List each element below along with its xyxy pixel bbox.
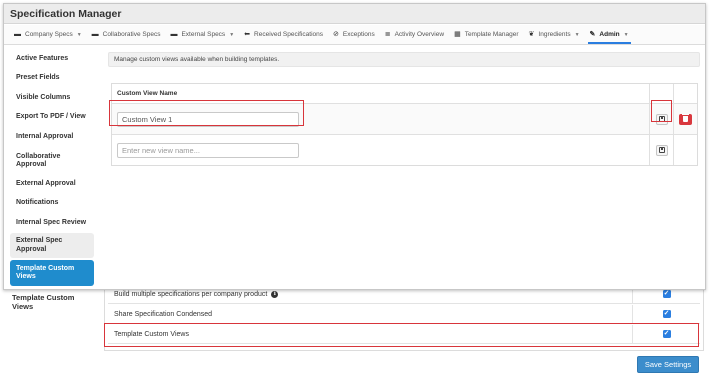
nav-external-specs[interactable]: ▬ External Specs ▼ <box>170 25 234 44</box>
column-header-custom-view-name: Custom View Name <box>117 90 178 97</box>
nav-label: Company Specs <box>25 31 73 38</box>
sidebar-item-preset-fields[interactable]: Preset Fields <box>10 69 96 88</box>
save-icon <box>658 116 665 122</box>
nav-ingredients[interactable]: ❦ Ingredients ▼ <box>529 25 580 44</box>
arrow-left-icon: ⬅ <box>244 31 251 38</box>
leaf-icon: ❦ <box>528 31 535 38</box>
setting-label: Share Specification Condensed <box>114 310 213 318</box>
add-view-button[interactable] <box>655 144 668 156</box>
nav-exceptions[interactable]: ⊘ Exceptions <box>333 25 375 44</box>
nav-label: Collaborative Specs <box>102 31 161 38</box>
building-icon: ▬ <box>91 31 99 38</box>
sidebar-item-notifications[interactable]: Notifications <box>10 194 96 213</box>
settings-row: Share Specification Condensed ✓ <box>108 305 700 324</box>
save-view-button[interactable] <box>655 113 668 125</box>
setting-label: Template Custom Views <box>114 330 189 338</box>
wrench-icon: ✎ <box>589 31 596 38</box>
list-icon: ≣ <box>384 31 391 38</box>
setting-checkbox[interactable]: ✓ <box>662 330 671 338</box>
trash-icon <box>682 114 689 122</box>
page-description: Manage custom views available when build… <box>108 52 700 67</box>
nav-label: External Specs <box>181 31 226 38</box>
building-icon: ▬ <box>14 31 21 38</box>
nav-admin[interactable]: ✎ Admin ▼ <box>587 25 631 44</box>
nav-template-manager[interactable]: ▦ Template Manager <box>454 25 518 44</box>
chevron-down-icon: ▼ <box>76 31 82 38</box>
table-row <box>112 104 697 135</box>
nav-label: Received Specifications <box>254 31 324 38</box>
save-settings-button[interactable]: Save Settings <box>637 356 699 373</box>
modal-title: Specification Manager <box>10 7 122 20</box>
nav-label: Ingredients <box>538 31 571 38</box>
sidebar-item-template-custom-views[interactable]: Template Custom Views <box>10 260 94 286</box>
settings-row: Template Custom Views ✓ <box>108 325 700 344</box>
custom-views-table: Custom View Name <box>111 83 698 166</box>
sidebar-item-template-custom-views[interactable]: Template Custom Views <box>12 293 92 311</box>
setting-checkbox[interactable]: ✓ <box>662 290 671 298</box>
content-area: Manage custom views available when build… <box>108 52 700 166</box>
table-icon: ▦ <box>454 31 461 38</box>
nav-received-specifications[interactable]: ⬅ Received Specifications <box>244 25 323 44</box>
top-nav: ▬ Company Specs ▼ ▬ Collaborative Specs … <box>4 25 705 45</box>
chevron-down-icon: ▼ <box>623 31 629 38</box>
admin-sidebar: Active Features Preset Fields Visible Co… <box>10 50 96 286</box>
setting-checkbox[interactable]: ✓ <box>662 310 671 318</box>
check-circle-icon: ⊘ <box>333 31 339 38</box>
sidebar-item-external-approval[interactable]: External Approval <box>10 175 96 194</box>
sidebar-item-internal-spec-review[interactable]: Internal Spec Review <box>10 213 96 233</box>
sidebar-item-visible-columns[interactable]: Visible Columns <box>10 88 96 108</box>
custom-view-name-input[interactable] <box>117 111 299 127</box>
save-icon <box>658 147 665 153</box>
chevron-down-icon: ▼ <box>229 31 235 38</box>
sidebar-item-external-spec-approval[interactable]: External Spec Approval <box>10 233 94 258</box>
building-icon: ▬ <box>170 31 178 38</box>
sidebar-item-collaborative-approval[interactable]: Collaborative Approval <box>10 147 70 175</box>
chevron-down-icon: ▼ <box>574 31 580 38</box>
nav-label: Activity Overview <box>394 31 445 38</box>
modal-header: Specification Manager <box>4 4 705 24</box>
nav-label: Admin <box>599 31 620 38</box>
sidebar-item-export-to-pdf[interactable]: Export To PDF / View <box>10 108 96 127</box>
nav-activity-overview[interactable]: ≣ Activity Overview <box>385 25 444 44</box>
new-view-name-input[interactable] <box>117 142 299 158</box>
sidebar-item-internal-approval[interactable]: Internal Approval <box>10 127 96 147</box>
table-row-new <box>112 135 697 165</box>
nav-company-specs[interactable]: ▬ Company Specs ▼ <box>14 25 82 44</box>
delete-view-button[interactable] <box>679 113 692 125</box>
table-header-row: Custom View Name <box>112 84 697 104</box>
setting-label: Build multiple specifications per compan… <box>114 290 268 298</box>
info-icon[interactable]: i <box>271 290 279 298</box>
nav-label: Template Manager <box>464 31 519 38</box>
nav-collaborative-specs[interactable]: ▬ Collaborative Specs <box>92 25 161 44</box>
nav-label: Exceptions <box>342 31 375 38</box>
specification-manager-modal: Specification Manager ▬ Company Specs ▼ … <box>3 3 706 290</box>
sidebar-item-active-features[interactable]: Active Features <box>10 50 96 69</box>
